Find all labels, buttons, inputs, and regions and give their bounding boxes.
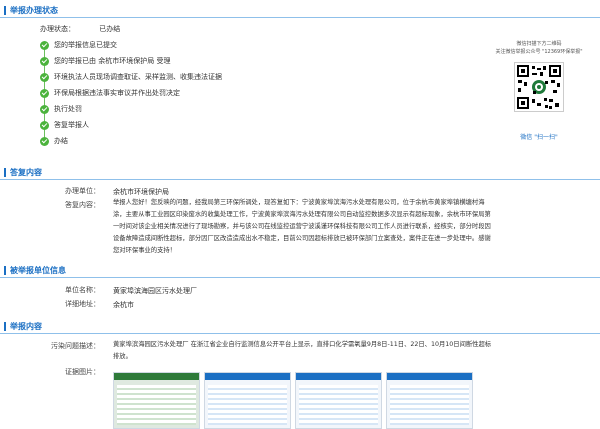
- check-icon: [40, 121, 49, 130]
- qr-code-icon: [517, 65, 561, 109]
- section-title-text: 被举报单位信息: [10, 266, 66, 275]
- reply-content-label: 答复内容：: [65, 201, 100, 209]
- evidence-image[interactable]: [386, 372, 473, 429]
- problem-label: 污染问题描述：: [51, 342, 100, 350]
- qr-code[interactable]: [514, 62, 564, 112]
- check-icon: [40, 41, 49, 50]
- qr-instructions: 微信扫描下方二维码 关注微信举报公众号 "12369环保举报": [495, 41, 583, 55]
- unit-address-label: 详细地址：: [65, 300, 100, 308]
- evidence-image[interactable]: [295, 372, 382, 429]
- section-title-report-content: 举报内容: [0, 320, 600, 334]
- thumbnail-table: [117, 385, 196, 425]
- reply-content: 举报人您好！您反映的问题，经我局第三环保所调处，现答复如下：宁波黄家埠滨海污水处…: [113, 199, 491, 254]
- section-title-text: 举报内容: [10, 322, 42, 331]
- thumbnail-header: [205, 373, 290, 380]
- thumbnail-table: [208, 385, 287, 425]
- thumbnail-table: [299, 385, 378, 425]
- section-marker: [4, 6, 6, 15]
- status-label: 办理状态：: [40, 25, 75, 33]
- evidence-image[interactable]: [113, 372, 200, 429]
- status-value: 已办结: [99, 25, 121, 33]
- evidence-label: 证据图片：: [65, 368, 100, 376]
- thumbnail-table: [390, 385, 469, 425]
- check-icon: [40, 73, 49, 82]
- section-marker: [4, 168, 6, 177]
- section-title-reported-unit: 被举报单位信息: [0, 264, 600, 278]
- thumbnail-header: [114, 373, 199, 380]
- evidence-image[interactable]: [204, 372, 291, 429]
- check-icon: [40, 89, 49, 98]
- unit-address-value: 余杭市: [113, 301, 134, 309]
- section-title-reply: 答复内容: [0, 166, 600, 180]
- section-marker: [4, 266, 6, 275]
- section-title-text: 举报办理状态: [10, 6, 58, 15]
- check-icon: [40, 137, 49, 146]
- thumbnail-header: [387, 373, 472, 380]
- check-icon: [40, 57, 49, 66]
- problem-description: 黄家埠滨海园区污水处理厂 在浙江省企业自行监测信息公开平台上显示，直排口化学需氧…: [113, 341, 492, 360]
- section-title-status: 举报办理状态: [0, 4, 600, 18]
- section-marker: [4, 322, 6, 331]
- check-icon: [40, 105, 49, 114]
- unit-name-value: 黄家埠滨海园区污水处理厂: [113, 287, 197, 295]
- section-title-text: 答复内容: [10, 168, 42, 177]
- status-row: 办理状态： 已办结: [40, 23, 120, 35]
- qr-caption: 微信 "扫一扫": [520, 134, 558, 141]
- thumbnail-header: [296, 373, 381, 380]
- reply-unit-label: 办理单位：: [65, 187, 100, 195]
- unit-name-label: 单位名称：: [65, 286, 100, 294]
